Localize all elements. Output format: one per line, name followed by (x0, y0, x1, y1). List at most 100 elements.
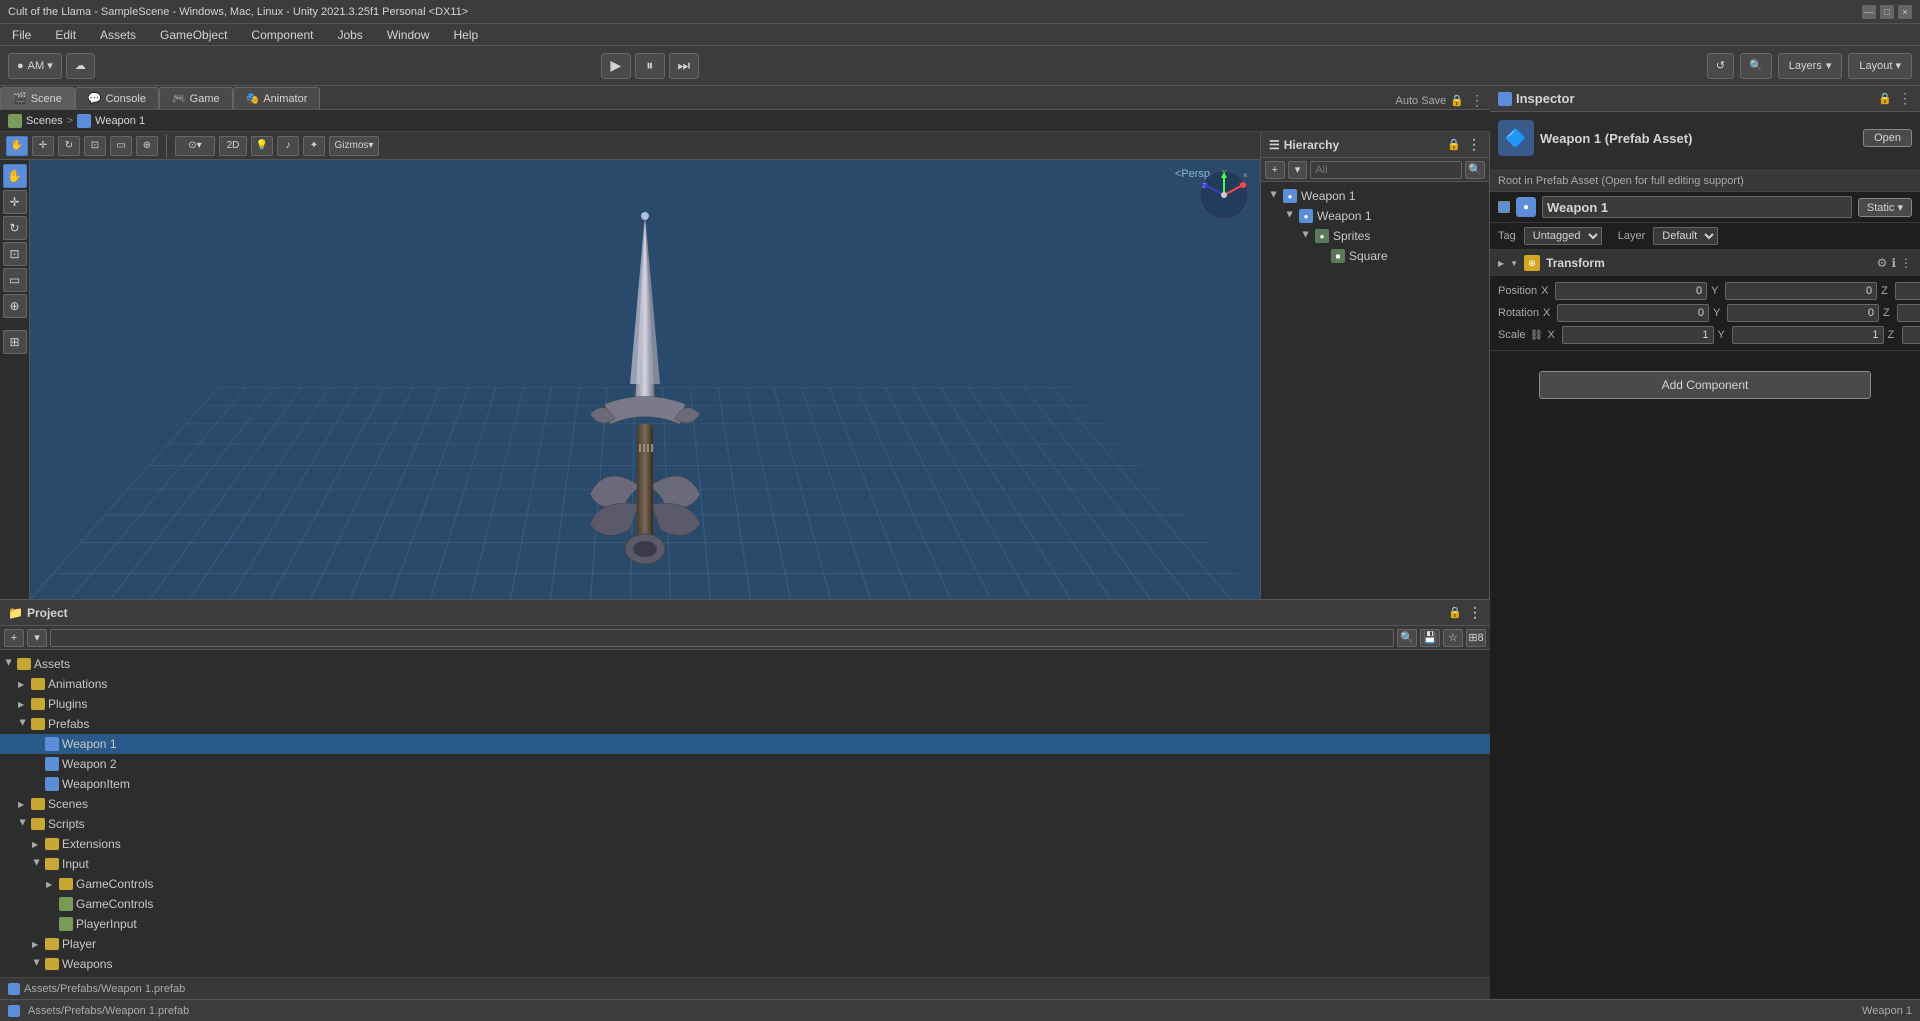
inspector-menu-icon[interactable]: ⋮ (1898, 90, 1912, 107)
rotate-side-tool[interactable]: ↻ (3, 216, 27, 240)
project-fav-btn[interactable]: ☆ (1443, 629, 1463, 647)
move-side-tool[interactable]: ✛ (3, 190, 27, 214)
play-button[interactable]: ▶ (601, 53, 631, 79)
menu-component[interactable]: Component (247, 26, 317, 44)
pause-button[interactable]: ⏸ (635, 53, 665, 79)
close-button[interactable]: × (1898, 5, 1912, 19)
rotate-tool[interactable]: ↻ (58, 136, 80, 156)
project-find-btn[interactable]: 🔍 (1397, 629, 1417, 647)
minimize-button[interactable]: — (1862, 5, 1876, 19)
hierarchy-search-input[interactable] (1310, 161, 1462, 179)
tag-dropdown[interactable]: Untagged (1524, 227, 1602, 245)
rotation-x-input[interactable] (1557, 304, 1709, 322)
file-playerinput[interactable]: PlayerInput (0, 914, 1490, 934)
2d-btn[interactable]: 2D (219, 136, 247, 156)
scale-tool[interactable]: ⊡ (84, 136, 106, 156)
tab-animator[interactable]: 🎭 Animator (233, 87, 321, 109)
menu-gameobject[interactable]: GameObject (156, 26, 231, 44)
view-tool[interactable]: ✋ (3, 164, 27, 188)
scale-x-input[interactable] (1562, 326, 1714, 344)
menu-assets[interactable]: Assets (96, 26, 140, 44)
folder-prefabs[interactable]: ▶ Prefabs (0, 714, 1490, 734)
menu-edit[interactable]: Edit (51, 26, 80, 44)
file-weapon1-prefab[interactable]: Weapon 1 (0, 734, 1490, 754)
project-lock-icon[interactable]: 🔒 (1448, 606, 1462, 619)
rotation-z-input[interactable] (1897, 304, 1920, 322)
file-weapon2-prefab[interactable]: Weapon 2 (0, 754, 1490, 774)
layers-button[interactable]: Layers ▾ (1778, 53, 1843, 79)
menu-file[interactable]: File (8, 26, 35, 44)
position-x-input[interactable] (1555, 282, 1707, 300)
transform-context-icon[interactable]: ⋮ (1900, 256, 1912, 270)
file-gamecontrols-script[interactable]: GameControls (0, 894, 1490, 914)
hierarchy-dropdown-btn[interactable]: ▾ (1288, 161, 1308, 179)
go-enabled-checkbox[interactable] (1498, 201, 1510, 213)
static-dropdown-button[interactable]: Static ▾ (1858, 198, 1912, 217)
undo-button[interactable]: ↺ (1707, 53, 1734, 79)
tree-item-sprites[interactable]: ▶ ● Sprites (1261, 226, 1489, 246)
tree-item-square[interactable]: ■ Square (1261, 246, 1489, 266)
project-extra-btn[interactable]: ⊞8 (1466, 629, 1486, 647)
tab-console[interactable]: 💬 Console (75, 87, 159, 109)
layer-dropdown[interactable]: Default (1653, 227, 1718, 245)
project-save-btn[interactable]: 💾 (1420, 629, 1440, 647)
folder-player[interactable]: ▶ Player (0, 934, 1490, 954)
tab-game[interactable]: 🎮 Game (159, 87, 233, 109)
project-search-input[interactable] (50, 629, 1394, 647)
menu-jobs[interactable]: Jobs (333, 26, 366, 44)
maximize-button[interactable]: □ (1880, 5, 1894, 19)
transform-info-icon[interactable]: ℹ (1891, 256, 1896, 270)
folder-scripts[interactable]: ▶ Scripts (0, 814, 1490, 834)
folder-plugins[interactable]: ▶ Plugins (0, 694, 1490, 714)
menu-help[interactable]: Help (450, 26, 483, 44)
file-weaponitem-prefab[interactable]: WeaponItem (0, 774, 1490, 794)
rect-side-tool[interactable]: ▭ (3, 268, 27, 292)
folder-weapons[interactable]: ▶ Weapons (0, 954, 1490, 974)
hierarchy-lock-icon[interactable]: 🔒 (1447, 138, 1461, 151)
go-name-input[interactable] (1542, 196, 1852, 218)
layout-button[interactable]: Layout ▾ (1848, 53, 1912, 79)
project-menu-icon[interactable]: ⋮ (1468, 604, 1482, 621)
tree-item-weapon1-root[interactable]: ▶ ● Weapon 1 (1261, 186, 1489, 206)
scale-side-tool[interactable]: ⊡ (3, 242, 27, 266)
cloud-button[interactable]: ☁ (66, 53, 95, 79)
tree-item-weapon1-child[interactable]: ▶ ● Weapon 1 (1261, 206, 1489, 226)
scene-viewport[interactable]: <Persp (30, 160, 1260, 599)
fx-btn[interactable]: ✦ (303, 136, 325, 156)
tab-scene[interactable]: 🎬 Scene (0, 87, 75, 109)
inspector-lock-icon[interactable]: 🔒 (1878, 92, 1892, 105)
folder-input[interactable]: ▶ Input (0, 854, 1490, 874)
project-dropdown-btn[interactable]: ▾ (27, 629, 47, 647)
project-add-btn[interactable]: + (4, 629, 24, 647)
folder-extensions[interactable]: ▶ Extensions (0, 834, 1490, 854)
audio-btn[interactable]: ♪ (277, 136, 299, 156)
folder-gamecontrols[interactable]: ▶ GameControls (0, 874, 1490, 894)
transform-settings-icon[interactable]: ⚙ (1877, 256, 1888, 270)
menu-window[interactable]: Window (383, 26, 434, 44)
move-tool[interactable]: ✛ (32, 136, 54, 156)
transform-tool[interactable]: ⊕ (136, 136, 158, 156)
scale-z-input[interactable] (1902, 326, 1920, 344)
search-button[interactable]: 🔍 (1740, 53, 1772, 79)
gizmo-widget[interactable]: X Y Z × (1197, 168, 1252, 223)
lights-btn[interactable]: 💡 (251, 136, 273, 156)
open-prefab-button[interactable]: Open (1863, 129, 1912, 147)
folder-assets[interactable]: ▶ Assets (0, 654, 1490, 674)
hierarchy-search-btn[interactable]: 🔍 (1465, 161, 1485, 179)
multi-side-tool[interactable]: ⊕ (3, 294, 27, 318)
position-y-input[interactable] (1725, 282, 1877, 300)
account-button[interactable]: ● AM ▾ (8, 53, 62, 79)
folder-animations[interactable]: ▶ Animations (0, 674, 1490, 694)
snap-tool[interactable]: ⊞ (3, 330, 27, 354)
transform-header[interactable]: ▶ ▼ ⊕ Transform ⚙ ℹ ⋮ (1490, 250, 1920, 276)
scene-menu-icon[interactable]: ⋮ (1470, 92, 1484, 109)
folder-scenes[interactable]: ▶ Scenes (0, 794, 1490, 814)
scale-y-input[interactable] (1732, 326, 1884, 344)
add-component-button[interactable]: Add Component (1539, 371, 1870, 399)
rotation-y-input[interactable] (1727, 304, 1879, 322)
hierarchy-add-btn[interactable]: + (1265, 161, 1285, 179)
hand-tool[interactable]: ✋ (6, 136, 28, 156)
gizmos-btn[interactable]: Gizmos▾ (329, 136, 379, 156)
hierarchy-menu-icon[interactable]: ⋮ (1467, 136, 1481, 153)
step-button[interactable]: ⏭ (669, 53, 699, 79)
